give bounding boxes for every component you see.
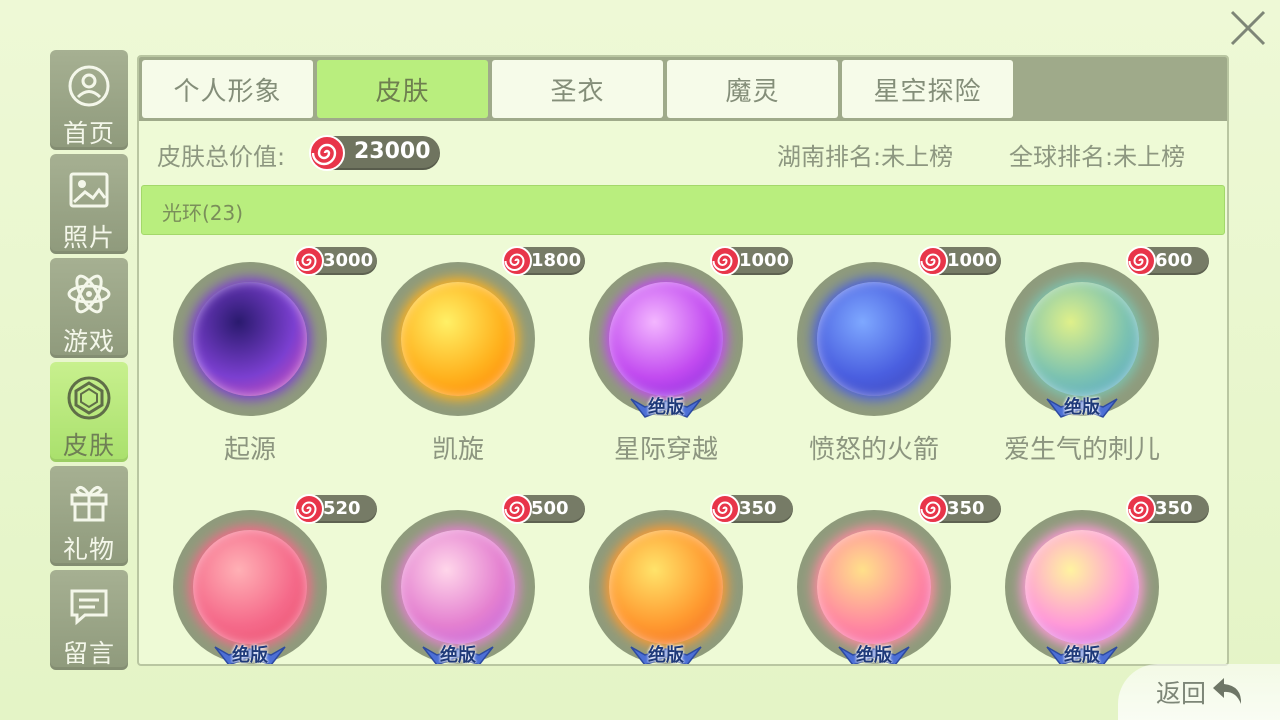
back-arrow-icon	[1213, 678, 1242, 704]
limited-badge: 绝版	[623, 639, 709, 666]
limited-badge-label: 绝版	[1064, 645, 1100, 666]
skin-name: 凯旋	[431, 435, 484, 465]
tab-avatar[interactable]: 个人形象	[142, 60, 313, 118]
skin-item[interactable]: 350 绝版	[765, 483, 1001, 666]
candy-icon	[309, 135, 345, 171]
limited-badge: 绝版	[1039, 639, 1125, 666]
skin-item[interactable]: 520 绝版	[141, 483, 377, 666]
back-button[interactable]: 返回	[1118, 664, 1280, 720]
skin-item[interactable]: 1000 愤怒的火箭	[765, 235, 1001, 465]
sidebar-item-label: 首页	[62, 119, 115, 148]
close-button[interactable]	[1222, 2, 1274, 54]
limited-badge: 绝版	[415, 639, 501, 666]
skin-item[interactable]: 1800 凯旋	[349, 235, 585, 465]
price-tag: 600	[1126, 246, 1209, 276]
tab-spirits[interactable]: 魔灵	[667, 60, 838, 118]
limited-badge-label: 绝版	[856, 645, 892, 666]
global-rank: 全球排名:未上榜	[1009, 143, 1186, 171]
profile-icon	[65, 62, 113, 110]
halo-orb	[401, 282, 515, 396]
candy-icon	[502, 246, 532, 276]
limited-badge: 绝版	[1039, 391, 1125, 421]
skin-item[interactable]: 600 绝版爱生气的刺儿	[973, 235, 1209, 465]
section-header-halo[interactable]: 光环(23)	[141, 185, 1225, 235]
sidebar-item-gifts[interactable]: 礼物	[50, 466, 128, 566]
sidebar-item-label: 照片	[62, 223, 115, 252]
photo-icon	[65, 166, 113, 214]
back-label: 返回	[1156, 679, 1207, 708]
section-title: 光环(23)	[162, 201, 244, 225]
skin-item[interactable]: 350 绝版	[973, 483, 1209, 666]
limited-badge-label: 绝版	[648, 645, 684, 666]
halo-orb	[193, 282, 307, 396]
skin-name: 愤怒的火箭	[808, 435, 939, 465]
skin-name: 星际穿越	[613, 435, 718, 465]
candy-icon	[918, 246, 948, 276]
candy-icon	[294, 246, 324, 276]
total-value-pill: 23000	[309, 135, 440, 171]
limited-badge: 绝版	[831, 639, 917, 666]
sidebar-item-label: 礼物	[62, 535, 115, 564]
tab-bar: 个人形象 皮肤 圣衣 魔灵 星空探险	[139, 57, 1227, 121]
candy-icon	[1126, 246, 1156, 276]
candy-icon	[918, 494, 948, 524]
halo-orb	[817, 530, 931, 644]
close-icon	[1230, 10, 1266, 46]
sidebar-item-home[interactable]: 首页	[50, 50, 128, 150]
province-rank: 湖南排名:未上榜	[777, 143, 954, 171]
tab-holy-armor[interactable]: 圣衣	[492, 60, 663, 118]
limited-badge-label: 绝版	[440, 645, 476, 666]
candy-icon	[1126, 494, 1156, 524]
atom-icon	[65, 270, 113, 318]
halo-orb	[817, 282, 931, 396]
sidebar-item-games[interactable]: 游戏	[50, 258, 128, 358]
total-value-label: 皮肤总价值:	[157, 143, 286, 171]
gift-icon	[65, 478, 113, 526]
gem-icon	[65, 374, 113, 422]
sidebar-item-label: 游戏	[62, 327, 115, 356]
skins-panel: 个人形象 皮肤 圣衣 魔灵 星空探险 皮肤总价值: 23000 湖南排名:未上榜…	[137, 55, 1229, 666]
candy-icon	[294, 494, 324, 524]
candy-icon	[710, 246, 740, 276]
price-value: 600	[1155, 250, 1193, 271]
limited-badge-label: 绝版	[1064, 397, 1100, 418]
sidebar-item-label: 留言	[62, 639, 115, 668]
skin-item[interactable]: 3000 起源	[141, 235, 377, 465]
message-icon	[65, 582, 113, 630]
skin-name: 爱生气的刺儿	[1003, 435, 1160, 465]
halo-orb	[401, 530, 515, 644]
skin-item[interactable]: 1000 绝版 星际穿越	[557, 235, 793, 465]
halo-orb	[1025, 530, 1139, 644]
candy-icon	[710, 494, 740, 524]
total-value: 23000	[354, 139, 431, 164]
sidebar-item-messages[interactable]: 留言	[50, 570, 128, 670]
skin-name: 起源	[223, 435, 276, 465]
limited-badge: 绝版	[623, 391, 709, 421]
price-tag: 350	[1126, 494, 1209, 524]
halo-orb	[193, 530, 307, 644]
sidebar-item-skins[interactable]: 皮肤	[50, 362, 128, 462]
limited-badge: 绝版	[207, 639, 293, 666]
skin-item[interactable]: 500 绝版	[349, 483, 585, 666]
sidebar-item-label: 皮肤	[62, 431, 115, 460]
skin-item[interactable]: 350 绝版	[557, 483, 793, 666]
halo-orb	[609, 282, 723, 396]
stats-row: 皮肤总价值: 23000 湖南排名:未上榜 全球排名:未上榜	[139, 121, 1227, 185]
sidebar-item-photos[interactable]: 照片	[50, 154, 128, 254]
candy-icon	[502, 494, 532, 524]
limited-badge-label: 绝版	[232, 645, 268, 666]
halo-orb	[1025, 282, 1139, 396]
price-value: 350	[1155, 498, 1193, 519]
tab-star-adventure[interactable]: 星空探险	[842, 60, 1013, 118]
halo-orb	[609, 530, 723, 644]
tab-skins[interactable]: 皮肤	[317, 60, 488, 118]
limited-badge-label: 绝版	[648, 397, 684, 418]
